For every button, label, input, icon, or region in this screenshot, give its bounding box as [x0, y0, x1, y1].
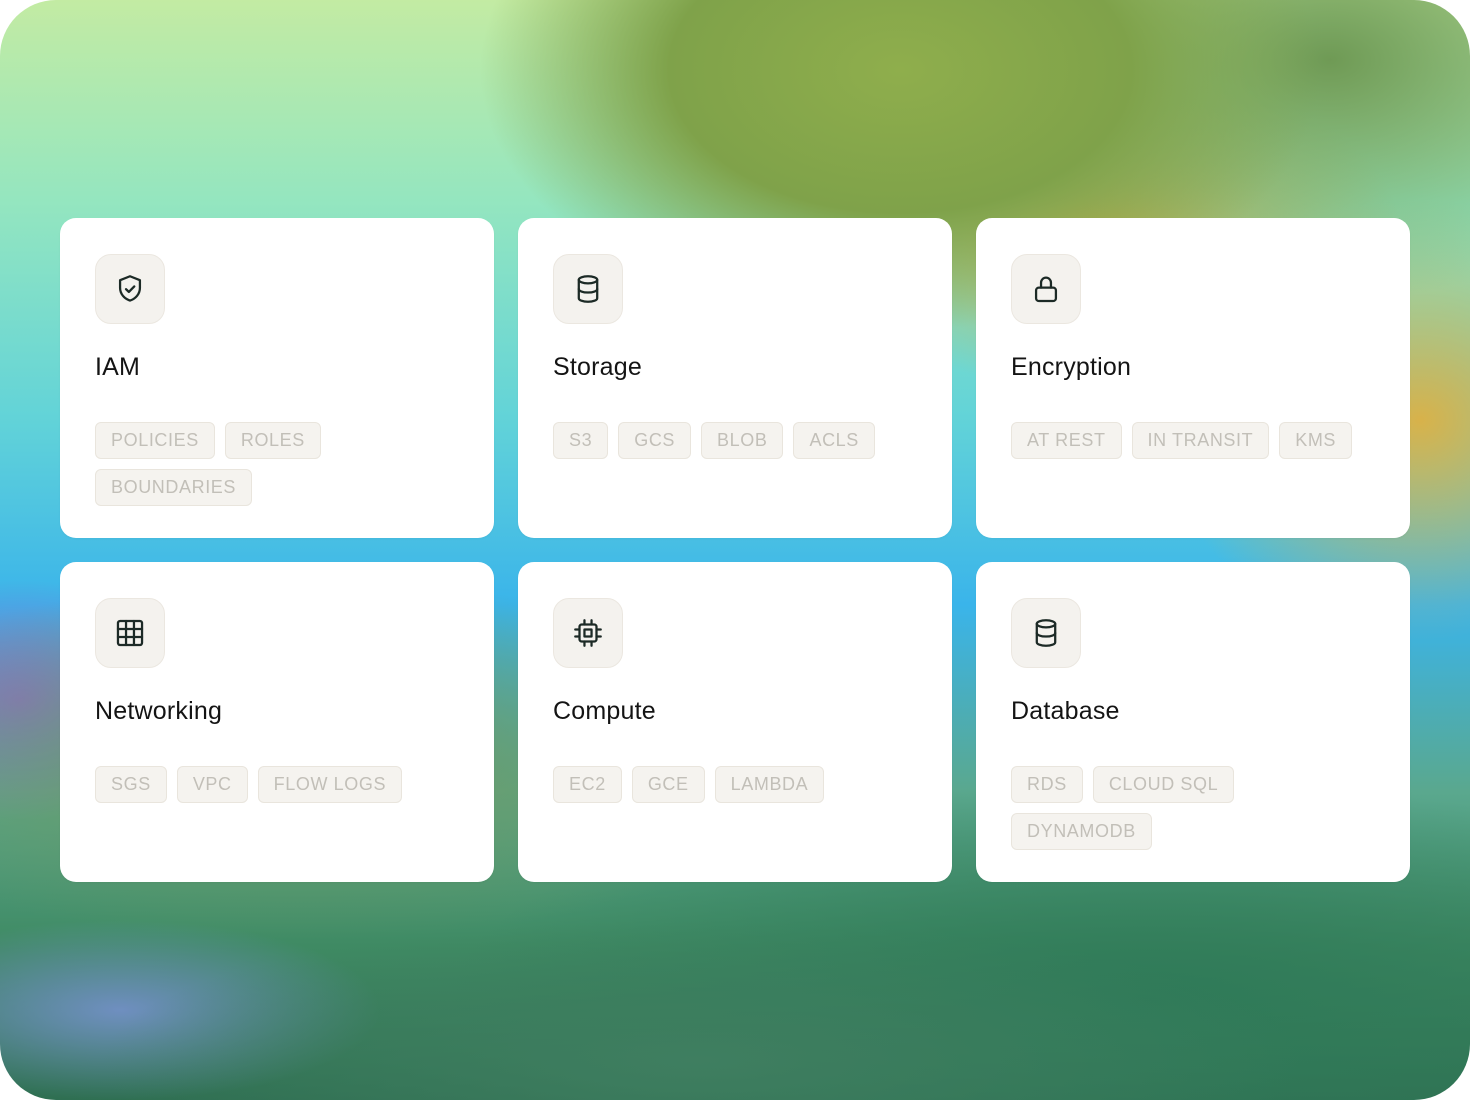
- tag[interactable]: LAMBDA: [714, 766, 825, 803]
- tag[interactable]: SGS: [95, 766, 167, 803]
- background-landscape: IAM POLICIES ROLES BOUNDARIES Storage S3…: [0, 0, 1470, 1100]
- tag[interactable]: VPC: [176, 766, 248, 803]
- tag-list: SGS VPC FLOW LOGS: [95, 766, 459, 803]
- tag[interactable]: EC2: [553, 766, 622, 803]
- tag-list: RDS CLOUD SQL DYNAMODB: [1011, 766, 1375, 850]
- shield-check-icon: [118, 275, 142, 302]
- card-title: IAM: [95, 353, 141, 381]
- card-networking[interactable]: Networking SGS VPC FLOW LOGS: [60, 562, 494, 882]
- tag[interactable]: GCE: [631, 766, 705, 803]
- card-grid: IAM POLICIES ROLES BOUNDARIES Storage S3…: [60, 218, 1410, 882]
- lock-icon: [1034, 276, 1058, 303]
- card-encryption[interactable]: Encryption AT REST IN TRANSIT KMS: [976, 218, 1410, 538]
- grid-icon: [116, 619, 144, 647]
- card-title: Networking: [95, 697, 223, 725]
- database-icon: [577, 275, 599, 303]
- card-storage[interactable]: Storage S3 GCS BLOB ACLS: [518, 218, 952, 538]
- card-title: Compute: [553, 697, 656, 725]
- card-title: Encryption: [1011, 353, 1132, 381]
- icon-tile: [553, 598, 623, 668]
- card-title: Storage: [553, 353, 642, 381]
- tag[interactable]: KMS: [1279, 422, 1353, 459]
- tag-list: EC2 GCE LAMBDA: [553, 766, 917, 803]
- tag[interactable]: AT REST: [1011, 422, 1122, 459]
- tag[interactable]: POLICIES: [95, 422, 215, 459]
- card-title: Database: [1011, 697, 1120, 725]
- tag[interactable]: GCS: [618, 422, 692, 459]
- tag[interactable]: S3: [553, 422, 609, 459]
- icon-tile: [553, 254, 623, 324]
- tag[interactable]: ROLES: [224, 422, 321, 459]
- icon-tile: [95, 598, 165, 668]
- card-database[interactable]: Database RDS CLOUD SQL DYNAMODB: [976, 562, 1410, 882]
- tag[interactable]: RDS: [1011, 766, 1083, 803]
- tag[interactable]: BLOB: [701, 422, 784, 459]
- database-icon: [1035, 619, 1057, 647]
- tag[interactable]: IN TRANSIT: [1131, 422, 1270, 459]
- tag[interactable]: FLOW LOGS: [257, 766, 403, 803]
- cpu-chip-icon: [574, 619, 602, 647]
- tag-list: POLICIES ROLES BOUNDARIES: [95, 422, 459, 506]
- tag[interactable]: DYNAMODB: [1011, 813, 1152, 850]
- tag[interactable]: ACLS: [793, 422, 875, 459]
- tag-list: AT REST IN TRANSIT KMS: [1011, 422, 1375, 459]
- tag-list: S3 GCS BLOB ACLS: [553, 422, 917, 459]
- icon-tile: [95, 254, 165, 324]
- tag[interactable]: CLOUD SQL: [1092, 766, 1235, 803]
- tag[interactable]: BOUNDARIES: [95, 469, 253, 506]
- card-iam[interactable]: IAM POLICIES ROLES BOUNDARIES: [60, 218, 494, 538]
- card-compute[interactable]: Compute EC2 GCE LAMBDA: [518, 562, 952, 882]
- icon-tile: [1011, 254, 1081, 324]
- icon-tile: [1011, 598, 1081, 668]
